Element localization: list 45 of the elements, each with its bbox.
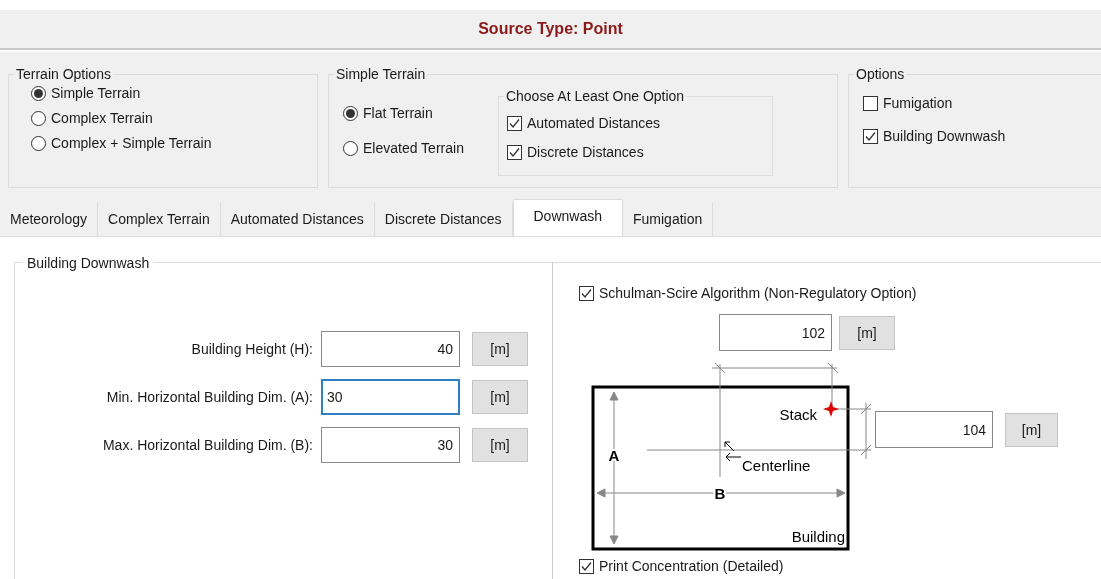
checkbox-label: Schulman-Scire Algorithm (Non-Regulatory Option): [599, 284, 917, 303]
unit-button[interactable]: [m]: [472, 428, 528, 462]
input-field[interactable]: 104: [875, 411, 993, 448]
side-dimension-line: [860, 402, 872, 460]
pointer-arrow-icon: [724, 441, 742, 462]
radio-button[interactable]: [343, 141, 358, 156]
checkbox[interactable]: [863, 96, 878, 111]
checkbox[interactable]: [579, 286, 594, 301]
radio-label: Complex Terrain: [51, 109, 153, 128]
field-label: Min. Horizontal Building Dim. (A):: [105, 387, 314, 407]
checkbox-label: Discrete Distances: [526, 143, 644, 162]
radio-label: Flat Terrain: [363, 104, 433, 123]
input-field[interactable]: 40: [321, 331, 460, 367]
unit-button[interactable]: [m]: [472, 332, 528, 366]
checkbox[interactable]: [863, 129, 878, 144]
unit-button[interactable]: [m]: [1005, 413, 1058, 447]
centerline-label: Centerline: [742, 457, 811, 474]
radio-label: Complex + Simple Terrain: [51, 134, 212, 153]
input-field[interactable]: 30: [321, 427, 460, 463]
radio-label: Elevated Terrain: [363, 139, 464, 158]
source-type-title: Source Type: Point: [478, 19, 623, 39]
radio-button[interactable]: [343, 106, 358, 121]
field-label: Max. Horizontal Building Dim. (B):: [101, 435, 314, 455]
checkbox-label: Automated Distances: [526, 114, 660, 133]
a-label: A: [608, 447, 620, 464]
field-label: Building Height (H):: [190, 339, 314, 359]
unit-button[interactable]: [m]: [472, 380, 528, 414]
checkbox-label: Building Downwash: [883, 127, 1006, 146]
stack-marker-icon: [823, 401, 839, 417]
checkbox-label: Print Concentration (Detailed): [599, 557, 784, 576]
radio-button[interactable]: [31, 86, 46, 101]
b-label: B: [714, 485, 726, 502]
input-field[interactable]: 30: [321, 379, 460, 415]
checkbox[interactable]: [506, 116, 522, 131]
radio-button[interactable]: [31, 111, 46, 126]
tab[interactable]: Downwash: [512, 199, 623, 236]
radio-button[interactable]: [31, 136, 46, 151]
stack-label: Stack: [779, 406, 817, 423]
checkbox-label: Fumigation: [883, 94, 953, 113]
radio-label: Simple Terrain: [51, 84, 141, 103]
input-field[interactable]: 102: [719, 314, 832, 351]
checkbox[interactable]: [579, 559, 594, 574]
checkbox[interactable]: [506, 145, 522, 160]
building-label: Building: [791, 528, 845, 545]
unit-button[interactable]: [m]: [839, 316, 895, 350]
